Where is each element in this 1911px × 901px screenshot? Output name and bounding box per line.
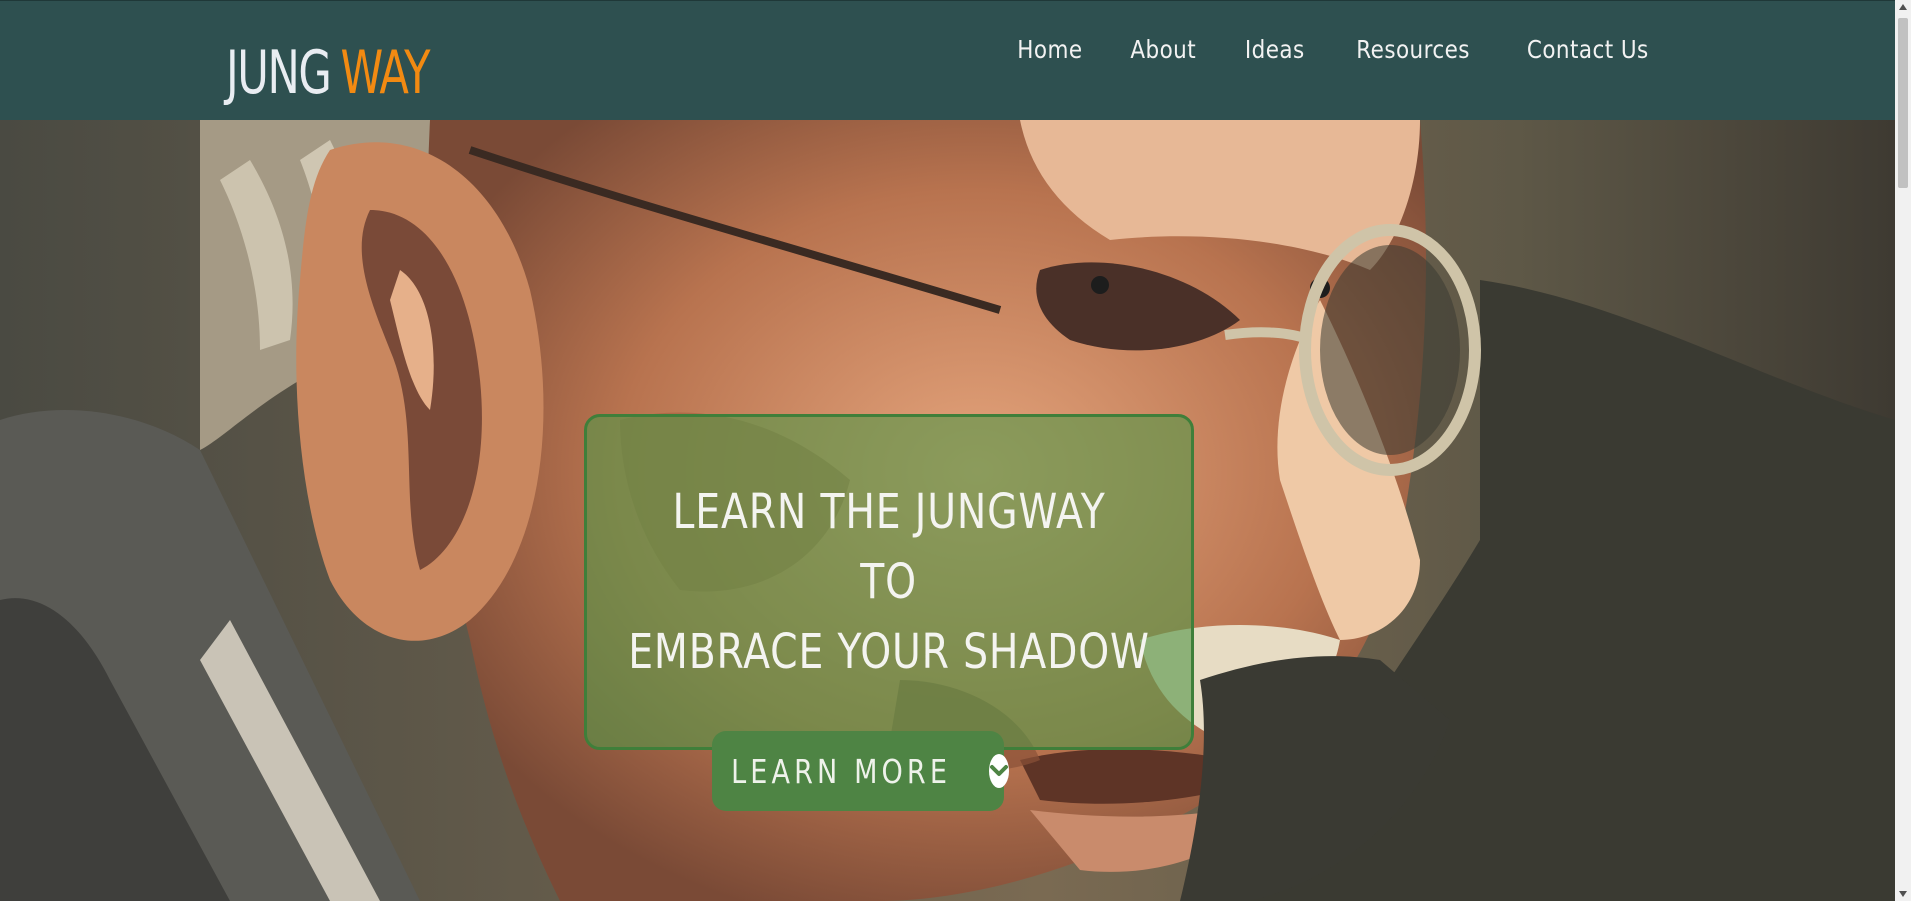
hero-headline-line-1: LEARN THE JUNGWAY	[672, 484, 1106, 540]
chevron-down-icon	[989, 754, 1010, 788]
hero-headline-panel: LEARN THE JUNGWAY TO EMBRACE YOUR SHADOW	[584, 414, 1194, 750]
learn-more-label: LEARN MORE	[731, 751, 951, 791]
scrollbar-thumb[interactable]	[1898, 18, 1908, 188]
nav-ideas-link[interactable]: Ideas	[1245, 35, 1305, 64]
learn-more-button[interactable]: LEARN MORE	[712, 731, 1010, 811]
page-scrollbar[interactable]	[1895, 0, 1911, 901]
nav-resources-link[interactable]: Resources	[1357, 35, 1471, 64]
scroll-down-arrow-icon[interactable]	[1899, 891, 1907, 897]
site-logo[interactable]: JUNG WAY	[226, 23, 431, 108]
nav-home-link[interactable]: Home	[1017, 35, 1082, 64]
main-nav: Home About Ideas Resources Contact Us	[974, 35, 1659, 64]
logo-text-jung: JUNG	[226, 38, 332, 108]
nav-contact-link[interactable]: Contact Us	[1527, 35, 1649, 64]
hero-headline-line-3: EMBRACE YOUR SHADOW	[628, 624, 1150, 680]
nav-about-link[interactable]: About	[1131, 35, 1197, 64]
hero-headline-line-2: TO	[860, 554, 918, 610]
scroll-up-arrow-icon[interactable]	[1899, 4, 1907, 10]
logo-text-way: WAY	[340, 38, 430, 108]
site-header: JUNG WAY Home About Ideas Resources Cont…	[0, 0, 1895, 120]
